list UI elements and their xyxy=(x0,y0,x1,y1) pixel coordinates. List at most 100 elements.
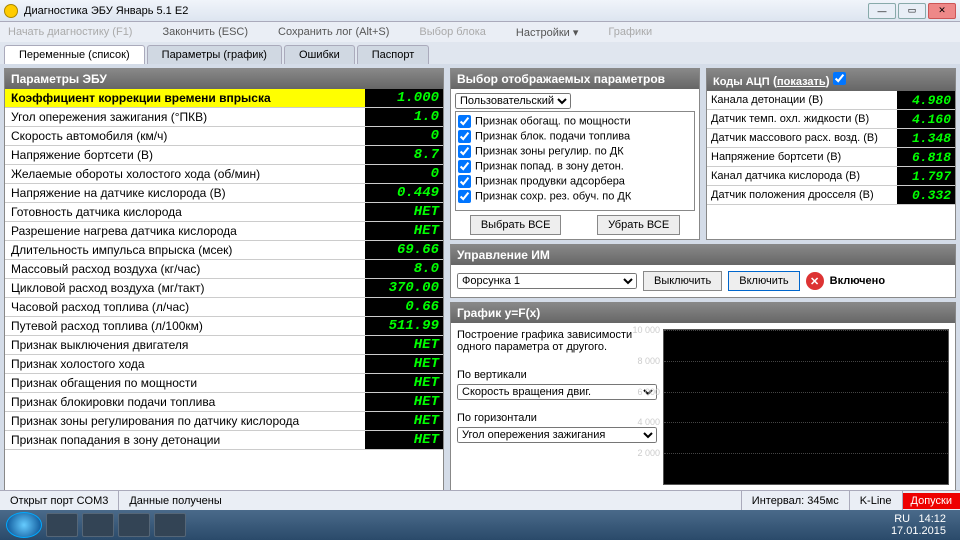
param-label: Угол опережения зажигания (°ПКВ) xyxy=(5,110,365,124)
param-label: Часовой расход топлива (л/час) xyxy=(5,300,365,314)
horizontal-select[interactable]: Угол опережения зажигания xyxy=(457,427,657,443)
adc-value: 1.797 xyxy=(897,167,955,185)
param-value: НЕТ xyxy=(365,355,443,373)
param-label: Признак зоны регулирования по датчику ки… xyxy=(5,414,365,428)
vertical-select[interactable]: Скорость вращения двиг. xyxy=(457,384,657,400)
checklist-checkbox[interactable] xyxy=(458,190,471,203)
param-value: НЕТ xyxy=(365,203,443,221)
maximize-button[interactable]: ▭ xyxy=(898,3,926,19)
select-all-button[interactable]: Выбрать ВСЕ xyxy=(470,215,562,235)
param-row[interactable]: Коэффициент коррекции времени впрыска1.0… xyxy=(5,89,443,108)
checklist-item[interactable]: Признак продувки адсорбера xyxy=(458,174,692,189)
checklist-checkbox[interactable] xyxy=(458,115,471,128)
checklist-checkbox[interactable] xyxy=(458,160,471,173)
param-label: Признак выключения двигателя xyxy=(5,338,365,352)
taskbar: RU 14:1217.01.2015 xyxy=(0,510,960,540)
tab-passport[interactable]: Паспорт xyxy=(357,45,430,64)
adc-row: Датчик темп. охл. жидкости (В)4.160 xyxy=(707,110,955,129)
checklist-item[interactable]: Признак попад. в зону детон. xyxy=(458,159,692,174)
remove-all-button[interactable]: Убрать ВСЕ xyxy=(597,215,680,235)
param-row[interactable]: Часовой расход топлива (л/час)0.66 xyxy=(5,298,443,317)
adc-row: Канала детонации (В)4.980 xyxy=(707,91,955,110)
status-data: Данные получены xyxy=(119,491,741,510)
tab-variables[interactable]: Переменные (список) xyxy=(4,45,145,64)
actuator-select[interactable]: Форсунка 1 xyxy=(457,273,637,289)
param-row[interactable]: Признак выключения двигателяНЕТ xyxy=(5,336,443,355)
param-value: 0.449 xyxy=(365,184,443,202)
param-value: НЕТ xyxy=(365,222,443,240)
param-row[interactable]: Признак зоны регулирования по датчику ки… xyxy=(5,412,443,431)
menu-settings[interactable]: Настройки ▾ xyxy=(516,26,579,39)
param-row[interactable]: Путевой расход топлива (л/100км)511.99 xyxy=(5,317,443,336)
menu-end[interactable]: Закончить (ESC) xyxy=(162,26,248,38)
status-dopuski[interactable]: Допуски xyxy=(903,493,960,509)
param-label: Цикловой расход воздуха (мг/такт) xyxy=(5,281,365,295)
close-button[interactable]: ✕ xyxy=(928,3,956,19)
param-label: Напряжение на датчике кислорода (В) xyxy=(5,186,365,200)
adc-show-link[interactable]: показать xyxy=(777,76,826,88)
taskbar-icon[interactable] xyxy=(118,513,150,537)
off-button[interactable]: Выключить xyxy=(643,271,722,291)
param-row[interactable]: Разрешение нагрева датчика кислородаНЕТ xyxy=(5,222,443,241)
adc-label: Датчик положения дросселя (В) xyxy=(707,189,897,201)
param-label: Желаемые обороты холостого хода (об/мин) xyxy=(5,167,365,181)
stop-icon[interactable]: ✕ xyxy=(806,272,824,290)
adc-value: 4.160 xyxy=(897,110,955,128)
preset-select[interactable]: Пользовательский xyxy=(455,93,571,109)
param-row[interactable]: Признак попадания в зону детонацииНЕТ xyxy=(5,431,443,450)
param-row[interactable]: Напряжение бортсети (В)8.7 xyxy=(5,146,443,165)
param-value: 0.66 xyxy=(365,298,443,316)
taskbar-icon[interactable] xyxy=(82,513,114,537)
menu-start: Начать диагностику (F1) xyxy=(8,26,132,38)
param-label: Массовый расход воздуха (кг/час) xyxy=(5,262,365,276)
start-button[interactable] xyxy=(6,512,42,538)
adc-row: Датчик положения дросселя (В)0.332 xyxy=(707,186,955,205)
checklist-item[interactable]: Признак обогащ. по мощности xyxy=(458,114,692,129)
system-tray[interactable]: RU 14:1217.01.2015 xyxy=(891,513,954,537)
param-value: 0 xyxy=(365,165,443,183)
param-row[interactable]: Готовность датчика кислородаНЕТ xyxy=(5,203,443,222)
param-checklist[interactable]: Признак обогащ. по мощностиПризнак блок.… xyxy=(455,111,695,211)
params-table[interactable]: Коэффициент коррекции времени впрыска1.0… xyxy=(5,89,443,491)
taskbar-icon[interactable] xyxy=(46,513,78,537)
param-value: НЕТ xyxy=(365,393,443,411)
param-row[interactable]: Угол опережения зажигания (°ПКВ)1.0 xyxy=(5,108,443,127)
param-value: НЕТ xyxy=(365,412,443,430)
control-header: Управление ИМ xyxy=(451,245,955,265)
minimize-button[interactable]: — xyxy=(868,3,896,19)
menubar: Начать диагностику (F1) Закончить (ESC) … xyxy=(0,22,960,42)
adc-show-checkbox[interactable] xyxy=(833,72,846,85)
checklist-checkbox[interactable] xyxy=(458,175,471,188)
on-button[interactable]: Включить xyxy=(728,271,799,291)
checklist-checkbox[interactable] xyxy=(458,130,471,143)
taskbar-icon[interactable] xyxy=(154,513,186,537)
adc-value: 0.332 xyxy=(897,186,955,204)
checklist-item[interactable]: Признак блок. подачи топлива xyxy=(458,129,692,144)
param-row[interactable]: Признак обгащения по мощностиНЕТ xyxy=(5,374,443,393)
tab-errors[interactable]: Ошибки xyxy=(284,45,355,64)
param-row[interactable]: Признак холостого ходаНЕТ xyxy=(5,355,443,374)
checklist-item[interactable]: Признак сохр. рез. обуч. по ДК xyxy=(458,189,692,204)
param-row[interactable]: Желаемые обороты холостого хода (об/мин)… xyxy=(5,165,443,184)
param-row[interactable]: Цикловой расход воздуха (мг/такт)370.00 xyxy=(5,279,443,298)
param-row[interactable]: Признак блокировки подачи топливаНЕТ xyxy=(5,393,443,412)
tab-params-graph[interactable]: Параметры (график) xyxy=(147,45,282,64)
adc-header: Коды АЦП (показать) xyxy=(707,69,955,91)
graph-desc: Построение графика зависимости одного па… xyxy=(457,329,657,353)
param-value: 8.0 xyxy=(365,260,443,278)
tabs: Переменные (список) Параметры (график) О… xyxy=(0,42,960,64)
checklist-item[interactable]: Признак зоны регулир. по ДК xyxy=(458,144,692,159)
checklist-checkbox[interactable] xyxy=(458,145,471,158)
adc-label: Канала детонации (В) xyxy=(707,94,897,106)
status-port: Открыт порт COM3 xyxy=(0,491,119,510)
param-row[interactable]: Массовый расход воздуха (кг/час)8.0 xyxy=(5,260,443,279)
param-row[interactable]: Скорость автомобиля (км/ч)0 xyxy=(5,127,443,146)
param-row[interactable]: Напряжение на датчике кислорода (В)0.449 xyxy=(5,184,443,203)
control-panel: Управление ИМ Форсунка 1 Выключить Включ… xyxy=(450,244,956,298)
window-buttons: — ▭ ✕ xyxy=(868,3,956,19)
adc-label: Датчик массового расх. возд. (В) xyxy=(707,132,897,144)
menu-save[interactable]: Сохранить лог (Alt+S) xyxy=(278,26,389,38)
param-value: 1.000 xyxy=(365,89,443,107)
app-icon xyxy=(4,4,18,18)
param-row[interactable]: Длительность импульса впрыска (мсек)69.6… xyxy=(5,241,443,260)
